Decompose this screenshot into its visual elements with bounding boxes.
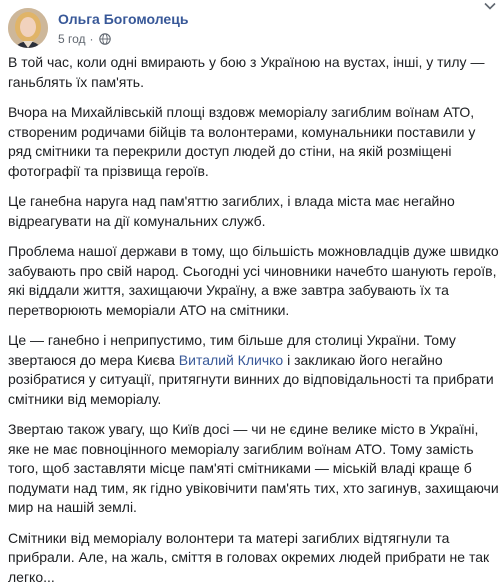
post-paragraph-6: Звертаю також увагу, що Київ досі — чи н… xyxy=(8,420,500,518)
post-timestamp[interactable]: 5 год xyxy=(58,32,86,46)
facebook-post: Ольга Богомолець 5 год · В той час, коли… xyxy=(0,0,504,551)
mention-link[interactable]: Виталий Кличко xyxy=(179,352,283,368)
meta-separator: · xyxy=(90,32,94,46)
post-paragraph-2: Вчора на Михайлівській площі вздовж мемо… xyxy=(8,103,500,181)
post-paragraph-4: Проблема нашої держави в тому, що більші… xyxy=(8,242,500,320)
post-paragraph-3: Це ганебна наруга над пам'яттю загиблих,… xyxy=(8,192,500,231)
post-paragraph-1: В той час, коли одні вмирають у бою з Ук… xyxy=(8,53,500,92)
avatar[interactable] xyxy=(8,8,48,48)
globe-icon[interactable] xyxy=(99,33,111,45)
post-options-button[interactable] xyxy=(482,0,498,12)
post-paragraph-7: Смітники від меморіалу волонтери та мате… xyxy=(8,529,500,587)
post-paragraph-5: Це — ганебно і неприпустимо, тим більше … xyxy=(8,331,500,409)
post-meta: 5 год · xyxy=(58,32,111,46)
post-body: В той час, коли одні вмирають у бою з Ук… xyxy=(8,53,500,587)
author-name[interactable]: Ольга Богомолець xyxy=(58,11,188,27)
chevron-down-icon xyxy=(484,2,496,10)
avatar-photo xyxy=(8,8,48,48)
